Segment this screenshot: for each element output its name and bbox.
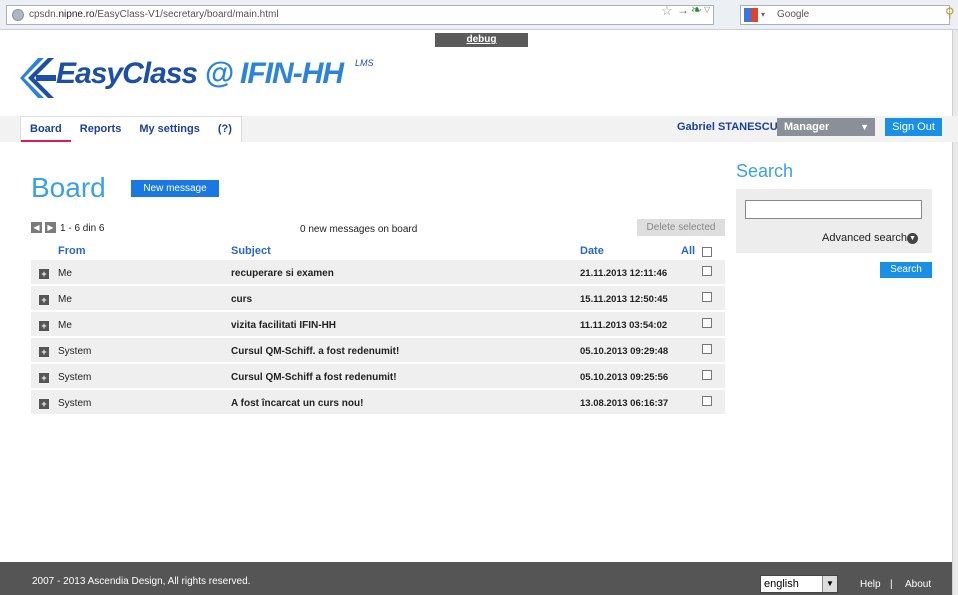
- language-value: english: [764, 578, 799, 590]
- globe-icon: [12, 9, 24, 21]
- row-subject[interactable]: curs: [231, 294, 252, 305]
- table-row[interactable]: + System A fost încarcat un curs nou! 13…: [31, 390, 725, 416]
- pager-range: 1 - 6 din 6: [60, 223, 105, 234]
- logo-superscript: LMS: [355, 58, 374, 68]
- address-bar[interactable]: cpsdn.nipne.ro/EasyClass-V1/secretary/bo…: [6, 5, 714, 25]
- expand-plus-icon[interactable]: +: [39, 373, 49, 383]
- column-date[interactable]: Date: [580, 245, 604, 257]
- row-checkbox[interactable]: [702, 396, 712, 406]
- expand-plus-icon[interactable]: +: [39, 269, 49, 279]
- tab-board[interactable]: Board: [21, 117, 71, 142]
- search-button[interactable]: Search: [880, 262, 932, 278]
- row-date: 13.08.2013 06:16:37: [580, 398, 669, 409]
- search-input[interactable]: [745, 200, 922, 219]
- column-from[interactable]: From: [58, 245, 86, 257]
- row-checkbox[interactable]: [702, 292, 712, 302]
- chevron-down-icon[interactable]: ▼: [907, 233, 918, 244]
- table-row[interactable]: + Me recuperare si examen 21.11.2013 12:…: [31, 260, 725, 286]
- row-date: 05.10.2013 09:29:48: [580, 346, 669, 357]
- page-title: Board: [31, 172, 106, 203]
- table-header: From Subject Date All: [31, 244, 725, 260]
- pager-next-icon[interactable]: ▶: [45, 222, 56, 233]
- row-date: 21.11.2013 12:11:46: [580, 268, 668, 279]
- chevron-down-icon[interactable]: ▾: [761, 6, 765, 24]
- tab-reports[interactable]: Reports: [71, 117, 131, 142]
- row-subject[interactable]: recuperare si examen: [231, 268, 334, 279]
- tab-my-settings[interactable]: My settings: [130, 117, 209, 142]
- row-from: System: [58, 398, 92, 409]
- row-from: Me: [58, 320, 72, 331]
- role-select[interactable]: Manager ▼: [777, 118, 875, 136]
- new-messages-count: 0 new messages on board: [300, 224, 418, 235]
- tab-bar: Board Reports My settings (?): [20, 116, 242, 142]
- delete-selected-button[interactable]: Delete selected: [637, 219, 725, 236]
- url-domain: nipne.ro: [58, 9, 95, 20]
- table-row[interactable]: + Me curs 15.11.2013 12:50:45: [31, 286, 725, 312]
- expand-plus-icon[interactable]: +: [39, 321, 49, 331]
- chevron-down-icon: ▼: [860, 122, 869, 132]
- row-date: 11.11.2013 03:54:02: [580, 320, 668, 331]
- row-from: System: [58, 346, 92, 357]
- magnifier-icon[interactable]: ⚲: [945, 5, 955, 21]
- logo-brand: EasyClass: [56, 57, 198, 90]
- row-subject[interactable]: Cursul QM-Schiff a fost redenumit!: [231, 372, 397, 383]
- go-arrow-icon[interactable]: →: [677, 3, 689, 17]
- help-link[interactable]: Help: [860, 579, 881, 590]
- app-logo[interactable]: EasyClass @ IFIN-HH: [56, 57, 344, 91]
- footer-separator: |: [890, 579, 893, 590]
- row-checkbox[interactable]: [702, 370, 712, 380]
- row-subject[interactable]: vizita facilitati IFIN-HH: [231, 320, 336, 331]
- select-all-checkbox[interactable]: [702, 247, 712, 257]
- row-checkbox[interactable]: [702, 266, 712, 276]
- logo-arrows-icon: [20, 58, 56, 98]
- logo-org: @ IFIN-HH: [197, 57, 344, 90]
- google-logo-icon[interactable]: [744, 8, 758, 22]
- expand-plus-icon[interactable]: +: [39, 399, 49, 409]
- browser-search-box[interactable]: ▾ Google: [740, 5, 950, 25]
- row-from: Me: [58, 294, 72, 305]
- debug-tab[interactable]: debug: [435, 33, 528, 47]
- messages-table: From Subject Date All + Me recuperare si…: [31, 244, 725, 416]
- tab-help[interactable]: (?): [209, 117, 241, 142]
- pager-prev-icon[interactable]: ◀: [31, 222, 42, 233]
- bookmark-star-icon[interactable]: ☆: [661, 3, 673, 19]
- expand-plus-icon[interactable]: +: [39, 347, 49, 357]
- extension-leaf-icon[interactable]: ❧: [691, 2, 702, 18]
- new-message-button[interactable]: New message: [131, 180, 219, 197]
- copyright-text: 2007 - 2013 Ascendia Design, All rights …: [32, 576, 251, 587]
- row-subject[interactable]: Cursul QM-Schiff. a fost redenumit!: [231, 346, 399, 357]
- row-date: 15.11.2013 12:50:45: [580, 294, 668, 305]
- search-engine-name: Google: [777, 9, 810, 20]
- search-title: Search: [736, 161, 794, 181]
- url-prefix: cpsdn.: [29, 9, 59, 20]
- url-path: /EasyClass-V1/secretary/board/main.html: [94, 9, 279, 20]
- chevron-down-icon[interactable]: ▽: [704, 5, 710, 14]
- row-checkbox[interactable]: [702, 318, 712, 328]
- sign-out-button[interactable]: Sign Out: [885, 118, 942, 136]
- role-value: Manager: [784, 121, 830, 133]
- column-all: All: [681, 245, 696, 257]
- table-row[interactable]: + System Cursul QM-Schiff. a fost redenu…: [31, 338, 725, 364]
- row-date: 05.10.2013 09:25:56: [580, 372, 669, 383]
- user-name: Gabriel STANESCU :: [677, 121, 785, 133]
- expand-plus-icon[interactable]: +: [39, 295, 49, 305]
- row-checkbox[interactable]: [702, 344, 712, 354]
- row-subject[interactable]: A fost încarcat un curs nou!: [231, 398, 363, 409]
- table-row[interactable]: + Me vizita facilitati IFIN-HH 11.11.201…: [31, 312, 725, 338]
- scrollbar[interactable]: [952, 30, 958, 595]
- advanced-search-link[interactable]: Advanced search: [822, 232, 907, 244]
- column-subject[interactable]: Subject: [231, 245, 271, 257]
- row-from: System: [58, 372, 92, 383]
- about-link[interactable]: About: [905, 579, 931, 590]
- row-from: Me: [58, 268, 72, 279]
- chevron-down-icon: ▼: [822, 576, 837, 592]
- table-row[interactable]: + System Cursul QM-Schiff a fost redenum…: [31, 364, 725, 390]
- language-select[interactable]: english ▼: [760, 575, 838, 593]
